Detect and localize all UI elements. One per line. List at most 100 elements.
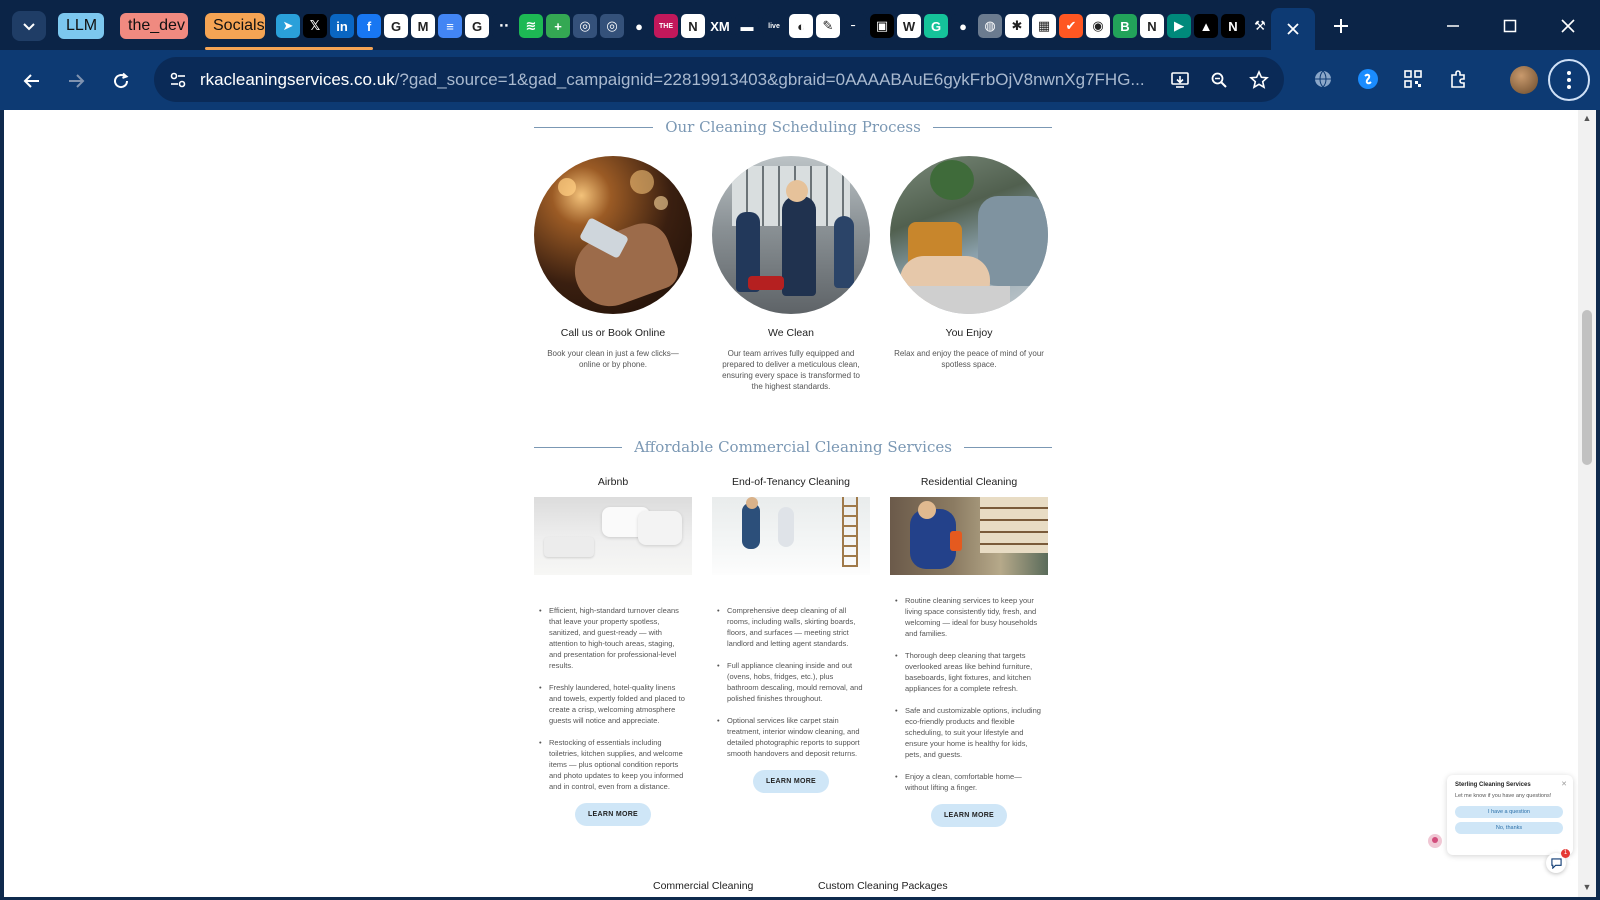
tab-search-button[interactable] bbox=[12, 11, 46, 41]
cleaner-head bbox=[746, 497, 758, 509]
n-icon[interactable]: N bbox=[1221, 14, 1245, 38]
telegram-icon[interactable]: ➤ bbox=[276, 14, 300, 38]
globe-icon[interactable]: ◎ bbox=[600, 14, 624, 38]
close-tab-icon[interactable] bbox=[1286, 22, 1300, 36]
gmail-icon[interactable]: M bbox=[411, 14, 435, 38]
the-icon[interactable]: THE bbox=[654, 14, 678, 38]
maximize-icon bbox=[1503, 19, 1517, 33]
new-tab-button[interactable] bbox=[1327, 12, 1355, 40]
grammarly-icon[interactable]: G bbox=[924, 14, 948, 38]
extensions-button[interactable] bbox=[1443, 64, 1473, 94]
extension-shazam[interactable] bbox=[1353, 64, 1383, 94]
x-icon[interactable]: 𝕏 bbox=[303, 14, 327, 38]
grid-icon[interactable]: ▦ bbox=[1032, 14, 1056, 38]
forward-button[interactable] bbox=[60, 65, 92, 97]
notion-icon[interactable]: N bbox=[681, 14, 705, 38]
b-icon[interactable]: B bbox=[1113, 14, 1137, 38]
ring-icon[interactable]: ◉ bbox=[1086, 14, 1110, 38]
google-icon[interactable]: G bbox=[384, 14, 408, 38]
page-viewport: Our Cleaning Scheduling Process Call us … bbox=[4, 110, 1578, 897]
extension-qr[interactable] bbox=[1398, 64, 1428, 94]
maximize-button[interactable] bbox=[1490, 10, 1530, 42]
chat-dismiss-button[interactable]: No, thanks bbox=[1455, 822, 1563, 834]
meet-icon[interactable]: ▶ bbox=[1167, 14, 1191, 38]
close-icon bbox=[1561, 19, 1575, 33]
google-icon[interactable]: G bbox=[465, 14, 489, 38]
chat-title: Sterling Cleaning Services bbox=[1455, 782, 1531, 788]
chat-close-icon[interactable]: ✕ bbox=[1561, 780, 1567, 788]
process-heading: Our Cleaning Scheduling Process bbox=[665, 118, 921, 136]
service-card-airbnb: Airbnb Efficient, high-standard turnover… bbox=[534, 476, 692, 826]
scrollbar-thumb[interactable] bbox=[1582, 310, 1592, 465]
tab-group-socials[interactable]: Socials bbox=[205, 13, 265, 39]
reload-button[interactable] bbox=[105, 65, 137, 97]
footer-link-custom-packages[interactable]: Custom Cleaning Packages bbox=[818, 880, 948, 892]
linkedin-icon[interactable]: in bbox=[330, 14, 354, 38]
pinned-tabs: ➤ 𝕏in f G M ≡ G ⋅⋅ ≋ + ◎ ◎ ● THE N XM ▬ live ◐ ✎ ╴ ▣ W G ● ◍ ✱ ▦ ✔ ◉ B… bbox=[276, 14, 1272, 38]
install-icon bbox=[1171, 72, 1189, 88]
service-bullets: Comprehensive deep cleaning of all rooms… bbox=[712, 605, 870, 759]
divider bbox=[534, 446, 623, 448]
list-item: Optional services like carpet stain trea… bbox=[712, 715, 870, 759]
cube-icon[interactable]: ▣ bbox=[870, 14, 894, 38]
chrome-icon[interactable]: ◐ bbox=[789, 14, 813, 38]
service-card-residential: Residential Cleaning Routine cleaning se… bbox=[890, 476, 1048, 827]
triangle-icon[interactable]: ▲ bbox=[1194, 14, 1218, 38]
bookmark-button[interactable] bbox=[1246, 67, 1272, 93]
url-text[interactable]: rkacleaningservices.co.uk/?gad_source=1&… bbox=[200, 68, 1158, 92]
docs-icon[interactable]: ≡ bbox=[438, 14, 462, 38]
globe-icon bbox=[1315, 70, 1331, 88]
tools-icon[interactable]: ⚒ bbox=[1248, 14, 1272, 38]
facebook-icon[interactable]: f bbox=[357, 14, 381, 38]
minimize-button[interactable] bbox=[1433, 10, 1473, 42]
minimize-icon bbox=[1447, 25, 1459, 27]
cleaner-figure bbox=[834, 216, 854, 288]
dash-icon[interactable]: ╴ bbox=[843, 14, 867, 38]
bolt-icon[interactable]: ✎ bbox=[816, 14, 840, 38]
globe-icon[interactable]: ◎ bbox=[573, 14, 597, 38]
github-icon[interactable]: ● bbox=[951, 14, 975, 38]
tab-group-llm[interactable]: LLM bbox=[58, 13, 104, 39]
github-icon[interactable]: ● bbox=[627, 14, 651, 38]
list-item: Freshly laundered, hotel-quality linens … bbox=[534, 682, 692, 726]
services-heading: Affordable Commercial Cleaning Services bbox=[634, 438, 952, 456]
install-app-button[interactable] bbox=[1167, 67, 1193, 93]
learn-more-button[interactable]: LEARN MORE bbox=[575, 803, 651, 826]
tab-group-the-dev[interactable]: the_dev bbox=[120, 13, 188, 39]
wikipedia-icon[interactable]: W bbox=[897, 14, 921, 38]
list-item: Thorough deep cleaning that targets over… bbox=[890, 650, 1048, 694]
services-section-title: Affordable Commercial Cleaning Services bbox=[534, 438, 1053, 456]
bokeh-light bbox=[558, 178, 576, 196]
check-icon[interactable]: ✔ bbox=[1059, 14, 1083, 38]
notion-icon[interactable]: N bbox=[1140, 14, 1164, 38]
close-window-button[interactable] bbox=[1548, 10, 1588, 42]
active-tab[interactable] bbox=[1271, 8, 1315, 50]
dots-icon[interactable]: ⋅⋅ bbox=[492, 14, 516, 38]
cleaner-head bbox=[786, 180, 808, 202]
learn-more-button[interactable]: LEARN MORE bbox=[931, 804, 1007, 827]
relaxing-image bbox=[890, 156, 1048, 314]
learn-more-button[interactable]: LEARN MORE bbox=[753, 770, 829, 793]
globe-icon[interactable]: ◍ bbox=[978, 14, 1002, 38]
divider bbox=[963, 446, 1053, 448]
footer-link-commercial[interactable]: Commercial Cleaning bbox=[653, 880, 753, 892]
site-info-button[interactable] bbox=[165, 67, 191, 93]
browser-menu-button[interactable] bbox=[1548, 59, 1590, 101]
spotify-icon[interactable]: ≋ bbox=[519, 14, 543, 38]
team-cleaning-image bbox=[712, 156, 870, 314]
live-icon[interactable]: live bbox=[762, 14, 786, 38]
page-scrollbar[interactable]: ▲ ▼ bbox=[1578, 110, 1596, 897]
extension-globe[interactable] bbox=[1308, 64, 1338, 94]
xm-icon[interactable]: XM bbox=[708, 14, 732, 38]
back-button[interactable] bbox=[16, 65, 48, 97]
sheets-icon[interactable]: + bbox=[546, 14, 570, 38]
scroll-up-icon[interactable]: ▲ bbox=[1582, 113, 1592, 123]
scroll-down-icon[interactable]: ▼ bbox=[1582, 882, 1592, 892]
list-item: Routine cleaning services to keep your l… bbox=[890, 595, 1048, 639]
bar-icon[interactable]: ▬ bbox=[735, 14, 759, 38]
asterisk-icon[interactable]: ✱ bbox=[1005, 14, 1029, 38]
chat-question-button[interactable]: I have a question bbox=[1455, 806, 1563, 818]
service-bullets: Routine cleaning services to keep your l… bbox=[890, 595, 1048, 793]
profile-avatar[interactable] bbox=[1510, 66, 1538, 94]
zoom-button[interactable] bbox=[1206, 67, 1232, 93]
